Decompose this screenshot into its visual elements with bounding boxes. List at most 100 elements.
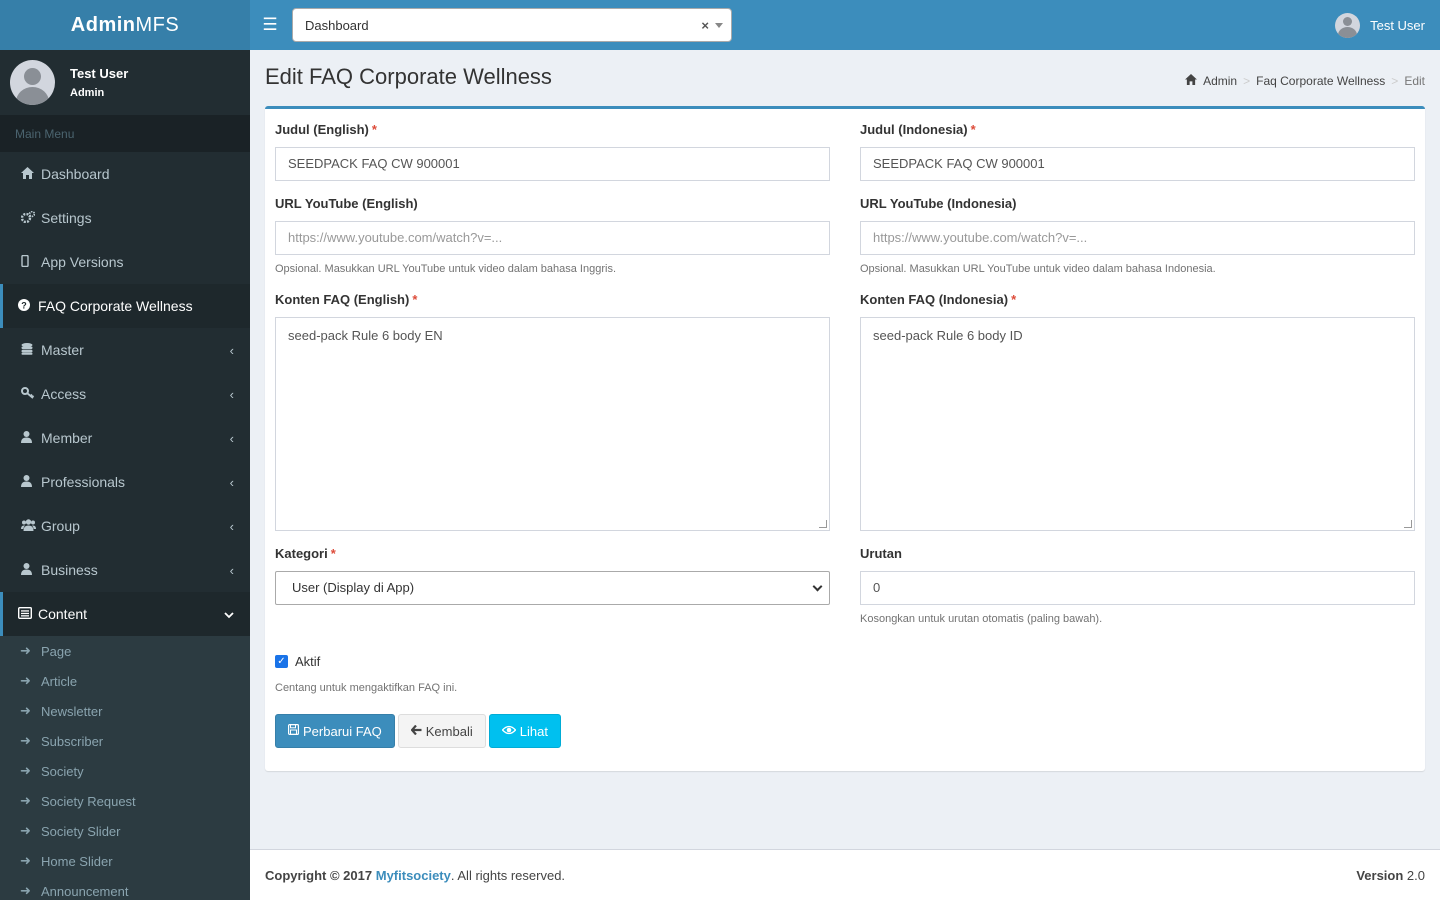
youtube-id-label: URL YouTube (Indonesia) — [860, 196, 1017, 211]
user-icon — [21, 474, 41, 490]
sidebar-item-label: Group — [41, 518, 80, 534]
sidebar-item-settings[interactable]: Settings — [0, 196, 250, 240]
list-alt-icon — [17, 606, 38, 622]
eye-icon — [501, 724, 517, 738]
youtube-en-group: URL YouTube (English) https://www.youtub… — [275, 196, 830, 275]
topbar: ☰ Dashboard × Test User — [250, 0, 1440, 50]
submenu-item-subscriber[interactable]: ➜ Subscriber — [0, 726, 250, 756]
content-id-textarea[interactable]: seed-pack Rule 6 body ID — [860, 317, 1415, 531]
resize-handle-icon[interactable] — [1404, 520, 1412, 528]
update-faq-button[interactable]: Perbarui FAQ — [275, 714, 395, 748]
app-logo[interactable]: Admin MFS — [0, 0, 250, 50]
arrow-right-icon: ➜ — [20, 793, 31, 808]
submenu-item-page[interactable]: ➜ Page — [0, 636, 250, 666]
submenu-item-label: Article — [41, 673, 78, 689]
chevron-left-icon: ‹ — [229, 562, 234, 578]
view-button[interactable]: Lihat — [488, 714, 561, 748]
title-id-input[interactable]: SEEDPACK FAQ CW 900001 — [860, 147, 1415, 181]
user-icon — [21, 562, 41, 578]
arrow-right-icon: ➜ — [20, 733, 31, 748]
breadcrumb-section[interactable]: Faq Corporate Wellness — [1256, 74, 1385, 88]
sidebar-item-app-versions[interactable]: App Versions — [0, 240, 250, 284]
footer-copyright: Copyright © 2017 — [265, 867, 373, 883]
sidebar-item-master[interactable]: Master ‹ — [0, 328, 250, 372]
youtube-en-input[interactable]: https://www.youtube.com/watch?v=... — [275, 221, 830, 255]
sidebar-item-member[interactable]: Member ‹ — [0, 416, 250, 460]
active-label[interactable]: Aktif — [295, 654, 320, 669]
submenu-item-home-slider[interactable]: ➜ Home Slider — [0, 846, 250, 876]
submenu-item-label: Page — [41, 643, 72, 659]
sidebar-item-label: Professionals — [41, 474, 126, 490]
svg-text:?: ? — [21, 300, 27, 310]
sidebar: Admin MFS Test User Admin Main Menu Dashb… — [0, 0, 250, 900]
form-actions: Perbarui FAQ Kembali Lihat — [275, 714, 564, 748]
required-mark: * — [412, 292, 418, 307]
user-panel: Test User Admin — [0, 50, 250, 115]
breadcrumb-home[interactable]: Admin — [1203, 74, 1237, 88]
chevron-left-icon: ‹ — [229, 518, 234, 534]
content-en-group: Konten FAQ (English) * seed-pack Rule 6 b… — [275, 292, 830, 531]
sidebar-item-faq-corporate-wellness[interactable]: ? FAQ Corporate Wellness — [0, 284, 250, 328]
back-button[interactable]: Kembali — [397, 714, 486, 748]
active-help: Centang untuk mengaktifkan FAQ ini. — [275, 682, 458, 694]
logo-bold: Admin — [70, 13, 136, 36]
sidebar-item-business[interactable]: Business ‹ — [0, 548, 250, 592]
order-input[interactable]: 0 — [860, 571, 1415, 605]
logo-light: MFS — [135, 13, 180, 36]
sidebar-item-label: Business — [41, 562, 98, 578]
active-checkbox[interactable]: ✓ — [275, 655, 288, 668]
submenu-item-society-slider[interactable]: ➜ Society Slider — [0, 816, 250, 846]
active-group: ✓ Aktif Centang untuk mengaktifkan FAQ i… — [275, 654, 457, 694]
sidebar-item-label: App Versions — [41, 254, 124, 270]
page-select[interactable]: Dashboard × — [292, 8, 732, 42]
content-id-value: seed-pack Rule 6 body ID — [873, 328, 1023, 343]
key-icon — [21, 386, 41, 402]
sidebar-item-group[interactable]: Group ‹ — [0, 504, 250, 548]
sidebar-item-professionals[interactable]: Professionals ‹ — [0, 460, 250, 504]
breadcrumb: Admin > Faq Corporate Wellness > Edit — [1185, 74, 1425, 88]
back-label: Kembali — [425, 723, 473, 739]
chevron-left-icon: ‹ — [229, 474, 234, 490]
title-id-label: Judul (Indonesia) * — [860, 122, 976, 137]
chevron-left-icon: ‹ — [229, 342, 234, 358]
arrow-right-icon: ➜ — [20, 673, 31, 688]
submenu-item-announcement[interactable]: ➜ Announcement — [0, 876, 250, 900]
content-en-label: Konten FAQ (English) * — [275, 292, 418, 307]
required-mark: * — [970, 122, 976, 137]
required-mark: * — [371, 122, 377, 137]
user-name: Test User — [70, 66, 129, 81]
caret-down-icon[interactable] — [715, 23, 723, 28]
sidebar-item-dashboard[interactable]: Dashboard — [0, 152, 250, 196]
submenu-item-article[interactable]: ➜ Article — [0, 666, 250, 696]
submenu-item-society[interactable]: ➜ Society — [0, 756, 250, 786]
menu-toggle-icon[interactable]: ☰ — [250, 15, 290, 35]
submenu-item-label: Newsletter — [41, 703, 103, 719]
sidebar-item-content[interactable]: Content — [0, 592, 250, 636]
title-en-input[interactable]: SEEDPACK FAQ CW 900001 — [275, 147, 830, 181]
youtube-id-group: URL YouTube (Indonesia) https://www.yout… — [860, 196, 1415, 275]
content-en-textarea[interactable]: seed-pack Rule 6 body EN — [275, 317, 830, 531]
title-en-label: Judul (English) * — [275, 122, 377, 137]
submenu-item-label: Society Slider — [41, 823, 121, 839]
category-select[interactable]: User (Display di App) — [275, 571, 830, 605]
youtube-en-help: Opsional. Masukkan URL YouTube untuk vid… — [275, 263, 617, 275]
youtube-id-input[interactable]: https://www.youtube.com/watch?v=... — [860, 221, 1415, 255]
youtube-en-label: URL YouTube (English) — [275, 196, 418, 211]
mobile-icon — [21, 254, 41, 270]
clear-icon[interactable]: × — [701, 18, 709, 33]
resize-handle-icon[interactable] — [819, 520, 827, 528]
breadcrumb-current: Edit — [1404, 74, 1425, 88]
arrow-right-icon: ➜ — [20, 763, 31, 778]
view-label: Lihat — [519, 723, 548, 739]
submenu-item-label: Home Slider — [41, 853, 113, 869]
submenu-item-newsletter[interactable]: ➜ Newsletter — [0, 696, 250, 726]
chevron-down-icon — [812, 581, 823, 592]
chevron-down-icon — [224, 607, 234, 622]
user-menu[interactable]: Test User — [1335, 12, 1425, 38]
chevron-left-icon: ‹ — [229, 430, 234, 446]
submenu-item-label: Society — [41, 763, 84, 779]
sidebar-item-access[interactable]: Access ‹ — [0, 372, 250, 416]
submenu-item-society-request[interactable]: ➜ Society Request — [0, 786, 250, 816]
form-box: Judul (English) * SEEDPACK FAQ CW 900001 … — [265, 106, 1425, 771]
footer-brand-link[interactable]: Myfitsociety — [376, 868, 451, 883]
